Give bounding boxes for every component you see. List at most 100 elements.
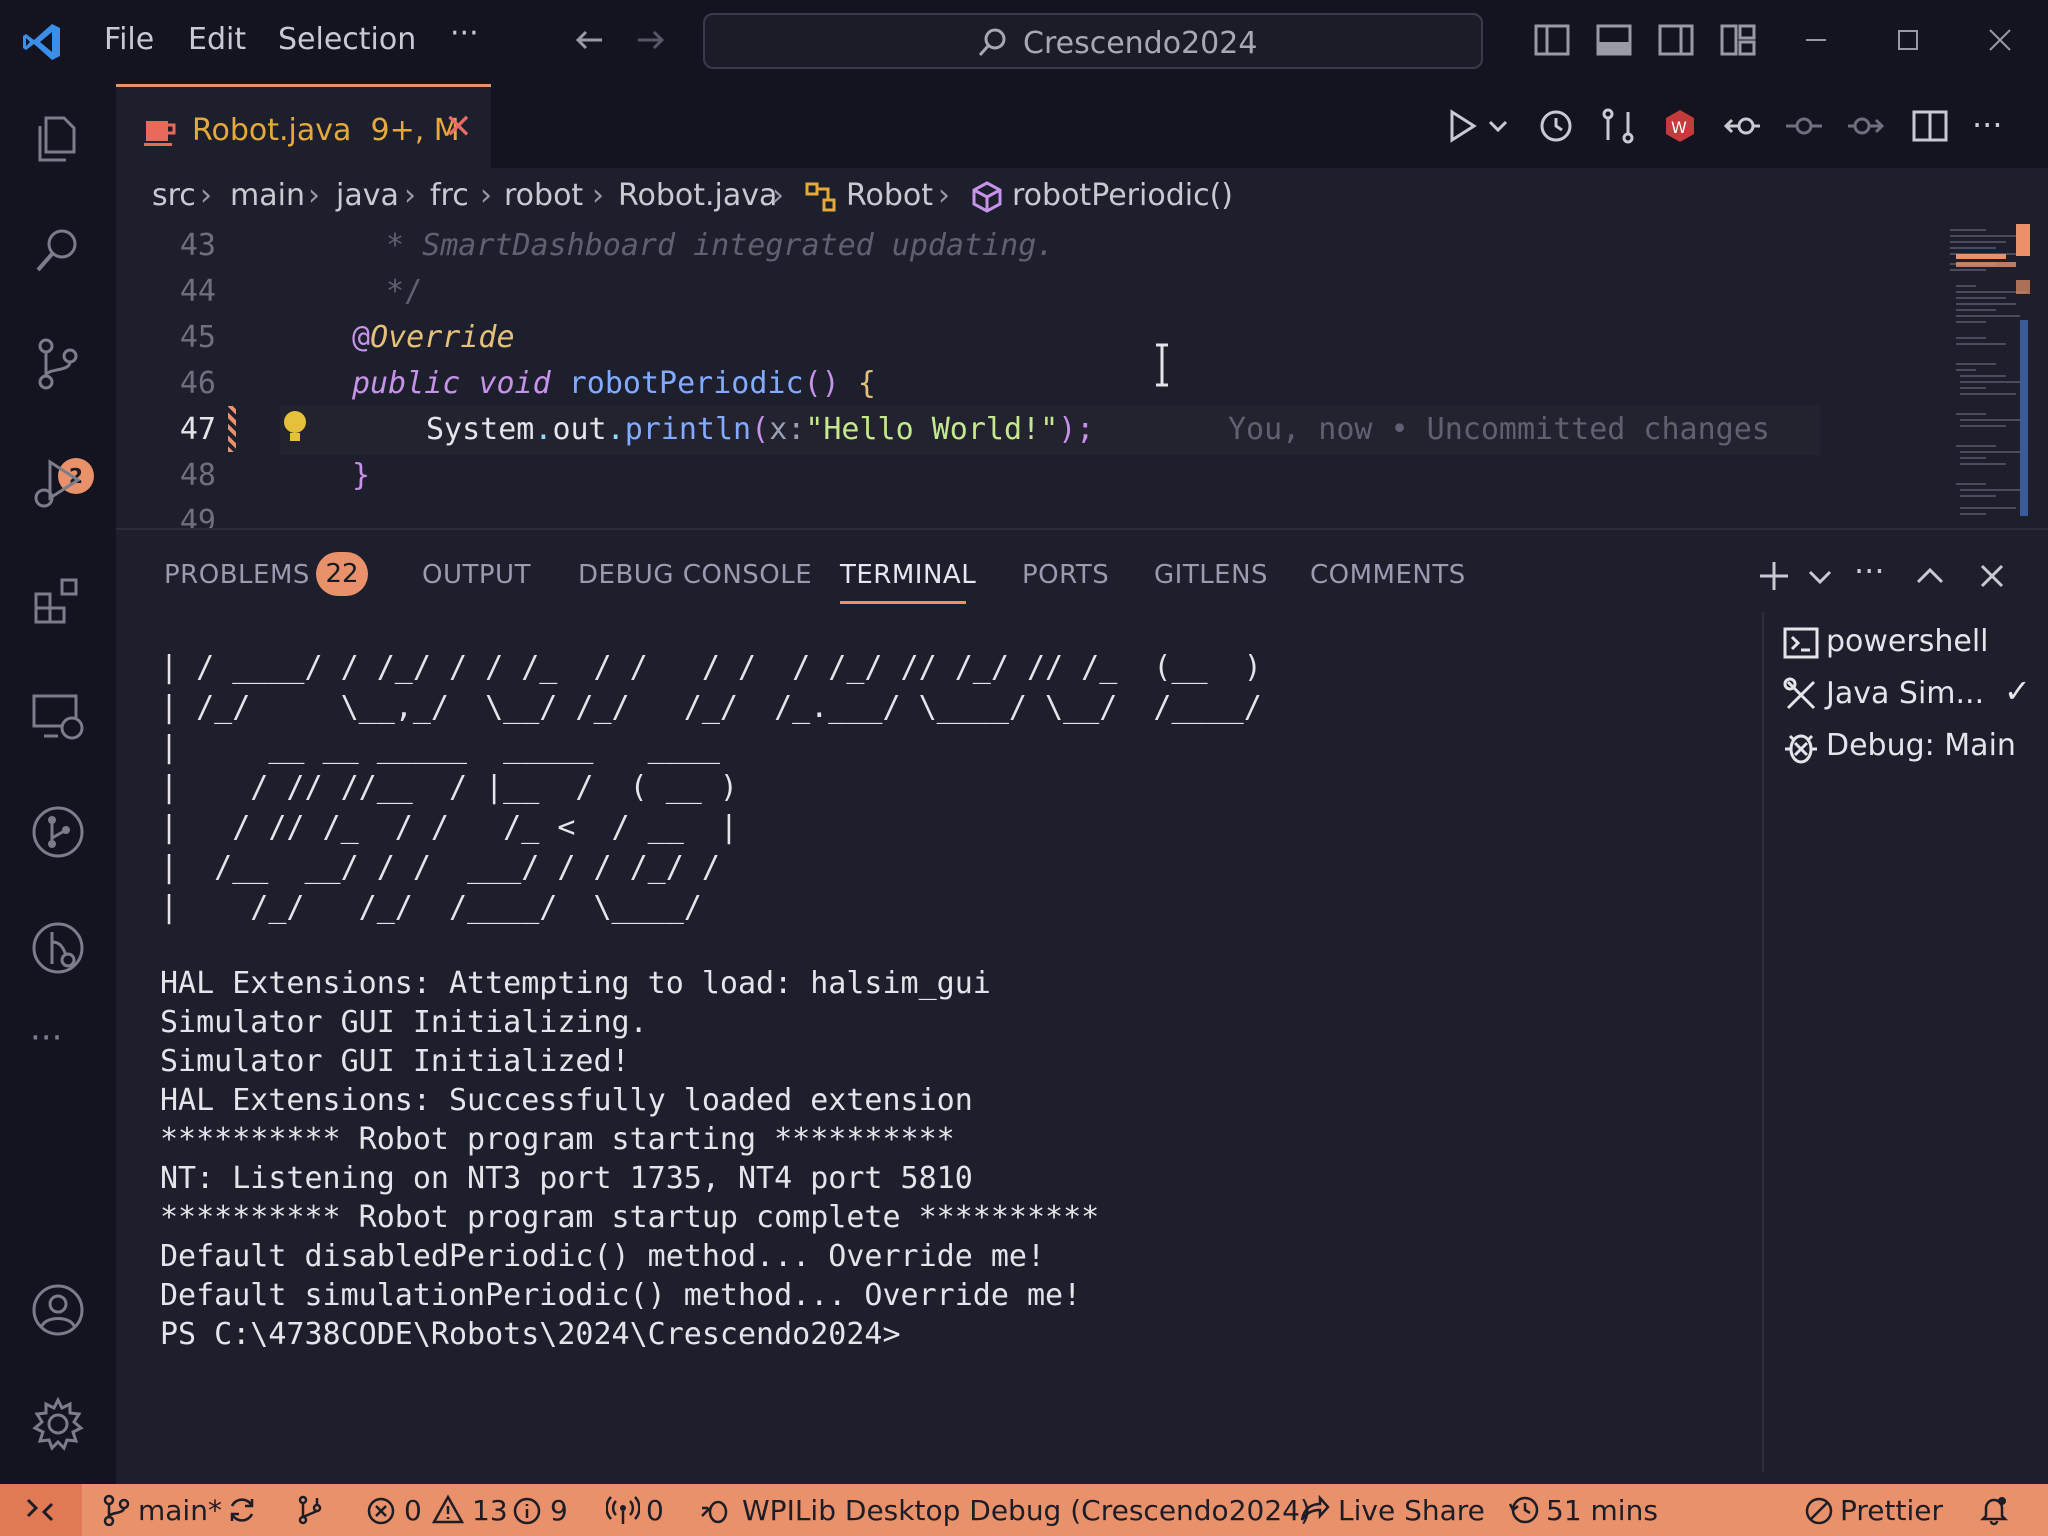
terminal-line: | /_/ \__,_/ \__/ /_/ /_/ /_.___/ \____/… <box>160 690 1262 725</box>
line-number: 48 <box>179 458 216 493</box>
compare-changes-icon[interactable] <box>1598 106 1638 146</box>
tab-gitlens[interactable]: GITLENS <box>1154 560 1268 590</box>
toggle-primary-sidebar-icon[interactable] <box>1532 20 1572 60</box>
title-bar: File Edit Selection ··· Crescendo2024 <box>0 0 2048 84</box>
next-revision-icon[interactable] <box>1846 106 1886 146</box>
settings-gear-icon[interactable] <box>28 1394 88 1454</box>
class-symbol-icon <box>805 182 836 212</box>
panel-more-actions-icon[interactable]: ··· <box>1854 552 1885 590</box>
extensions-icon[interactable] <box>28 570 88 630</box>
editor-more-actions-icon[interactable]: ··· <box>1972 106 2003 144</box>
info-count[interactable]: 9 <box>550 1494 568 1527</box>
line-number: 44 <box>179 274 216 309</box>
live-share-button[interactable]: Live Share <box>1338 1494 1485 1527</box>
minimize-icon[interactable] <box>1796 20 1836 60</box>
breadcrumb-robot-java[interactable]: Robot.java <box>618 178 777 213</box>
close-panel-icon[interactable] <box>1972 556 2012 596</box>
git-branch-name[interactable]: main* <box>138 1494 222 1527</box>
terminal-line: | __ __ _____ _____ ____ <box>160 730 720 765</box>
forwarded-ports-count[interactable]: 0 <box>646 1494 664 1527</box>
tab-close-icon[interactable]: ✕ <box>444 107 473 147</box>
run-and-debug-icon[interactable] <box>28 454 88 514</box>
tab-terminal[interactable]: TERMINAL <box>840 560 976 590</box>
active-tab-indicator <box>840 601 966 604</box>
forward-arrow-icon[interactable] <box>630 20 670 60</box>
terminal-line: Default simulationPeriodic() method... O… <box>160 1278 1082 1313</box>
search-view-icon[interactable] <box>28 220 88 280</box>
maximize-icon[interactable] <box>1888 20 1928 60</box>
breadcrumb-java[interactable]: java <box>336 178 399 213</box>
breadcrumb-method[interactable]: robotPeriodic() <box>1012 178 1233 213</box>
remote-explorer-icon[interactable] <box>28 686 88 746</box>
source-control-icon[interactable] <box>28 334 88 394</box>
sync-icon[interactable] <box>226 1494 258 1526</box>
terminal-tabs-list: powershell Java Sim... ✓ Debug: Main <box>1762 612 2048 1472</box>
terminal-line: ********** Robot program starting ******… <box>160 1122 955 1157</box>
command-center-search[interactable]: Crescendo2024 <box>703 13 1483 69</box>
code-line-46: public void robotPeriodic() { <box>352 366 876 401</box>
prettier-button[interactable]: Prettier <box>1840 1494 1943 1527</box>
warning-icon <box>432 1494 464 1524</box>
menu-selection[interactable]: Selection <box>278 22 416 57</box>
terminal-line: Simulator GUI Initializing. <box>160 1005 648 1040</box>
close-window-icon[interactable] <box>1980 20 2020 60</box>
terminal-item-powershell[interactable]: powershell <box>1826 624 1989 659</box>
run-dropdown-chevron-icon[interactable] <box>1486 114 1510 138</box>
tab-comments[interactable]: COMMENTS <box>1310 560 1466 590</box>
back-arrow-icon[interactable] <box>570 20 610 60</box>
tab-robot-java[interactable]: Robot.java 9+, M ✕ <box>116 84 491 168</box>
terminal-output[interactable]: | / ____/ / /_/ / / /_ / / / / / /_/ // … <box>160 620 1760 1460</box>
breadcrumb-frc[interactable]: frc <box>430 178 469 213</box>
code-line-44: */ <box>368 274 423 309</box>
svg-text:W: W <box>1671 118 1687 137</box>
tab-ports[interactable]: PORTS <box>1022 560 1109 590</box>
debug-configuration[interactable]: WPILib Desktop Debug (Crescendo2024) <box>742 1494 1311 1527</box>
remote-indicator[interactable] <box>0 1484 82 1536</box>
commit-icon[interactable] <box>1784 106 1824 146</box>
customize-layout-icon[interactable] <box>1718 20 1758 60</box>
notifications-bell-icon[interactable] <box>1978 1494 2010 1526</box>
toggle-secondary-sidebar-icon[interactable] <box>1656 20 1696 60</box>
previous-revision-icon[interactable] <box>1722 106 1762 146</box>
breadcrumb-class-robot[interactable]: Robot <box>846 178 933 213</box>
timeline-history-icon[interactable] <box>1536 106 1576 146</box>
git-graph-icon[interactable] <box>28 802 88 862</box>
error-count[interactable]: 0 <box>404 1494 422 1527</box>
menu-edit[interactable]: Edit <box>188 22 246 57</box>
gitlens-icon[interactable] <box>28 918 88 978</box>
menu-file[interactable]: File <box>104 22 154 57</box>
explorer-icon[interactable] <box>28 108 88 168</box>
debug-status-icon <box>701 1500 728 1524</box>
ports-broadcast-icon <box>606 1496 640 1524</box>
tab-problems[interactable]: PROBLEMS <box>164 560 310 590</box>
menu-more[interactable]: ··· <box>450 16 479 51</box>
terminal-dropdown-chevron-icon[interactable] <box>1806 556 1834 596</box>
panel-tab-bar: PROBLEMS 22 OUTPUT DEBUG CONSOLE TERMINA… <box>116 530 2048 604</box>
warning-count[interactable]: 13 <box>472 1494 508 1527</box>
tab-output[interactable]: OUTPUT <box>422 560 531 590</box>
problems-count-badge: 22 <box>316 552 368 596</box>
line-number: 46 <box>179 366 216 401</box>
maximize-panel-chevron-up-icon[interactable] <box>1910 556 1950 596</box>
editor-scrollbar[interactable] <box>2016 224 2030 524</box>
breadcrumb-src[interactable]: src <box>152 178 196 213</box>
search-text: Crescendo2024 <box>1023 26 1258 61</box>
terminal-item-debug-main[interactable]: Debug: Main <box>1826 728 2016 763</box>
accounts-icon[interactable] <box>28 1280 88 1340</box>
git-graph-status-icon[interactable] <box>294 1494 326 1526</box>
breadcrumb-main[interactable]: main <box>230 178 305 213</box>
session-time[interactable]: 51 mins <box>1546 1494 1658 1527</box>
breadcrumb-robot[interactable]: robot <box>504 178 583 213</box>
terminal-item-java-sim[interactable]: Java Sim... <box>1826 676 1984 711</box>
split-editor-icon[interactable] <box>1910 106 1950 146</box>
tab-debug-console[interactable]: DEBUG CONSOLE <box>578 560 812 590</box>
code-editor[interactable]: 43 44 45 46 47 48 49 * SmartDashboard in… <box>116 224 2048 528</box>
live-share-icon <box>1300 1494 1330 1521</box>
terminal-line: | /__ __/ / / ___/ / / /_/ / <box>160 850 720 885</box>
lightbulb-icon[interactable] <box>280 408 310 448</box>
more-views-icon[interactable]: ··· <box>30 1018 62 1058</box>
toggle-panel-icon[interactable] <box>1594 20 1634 60</box>
new-terminal-plus-icon[interactable] <box>1754 556 1794 596</box>
run-icon[interactable] <box>1442 106 1482 146</box>
wpilib-icon[interactable]: W <box>1660 106 1700 146</box>
